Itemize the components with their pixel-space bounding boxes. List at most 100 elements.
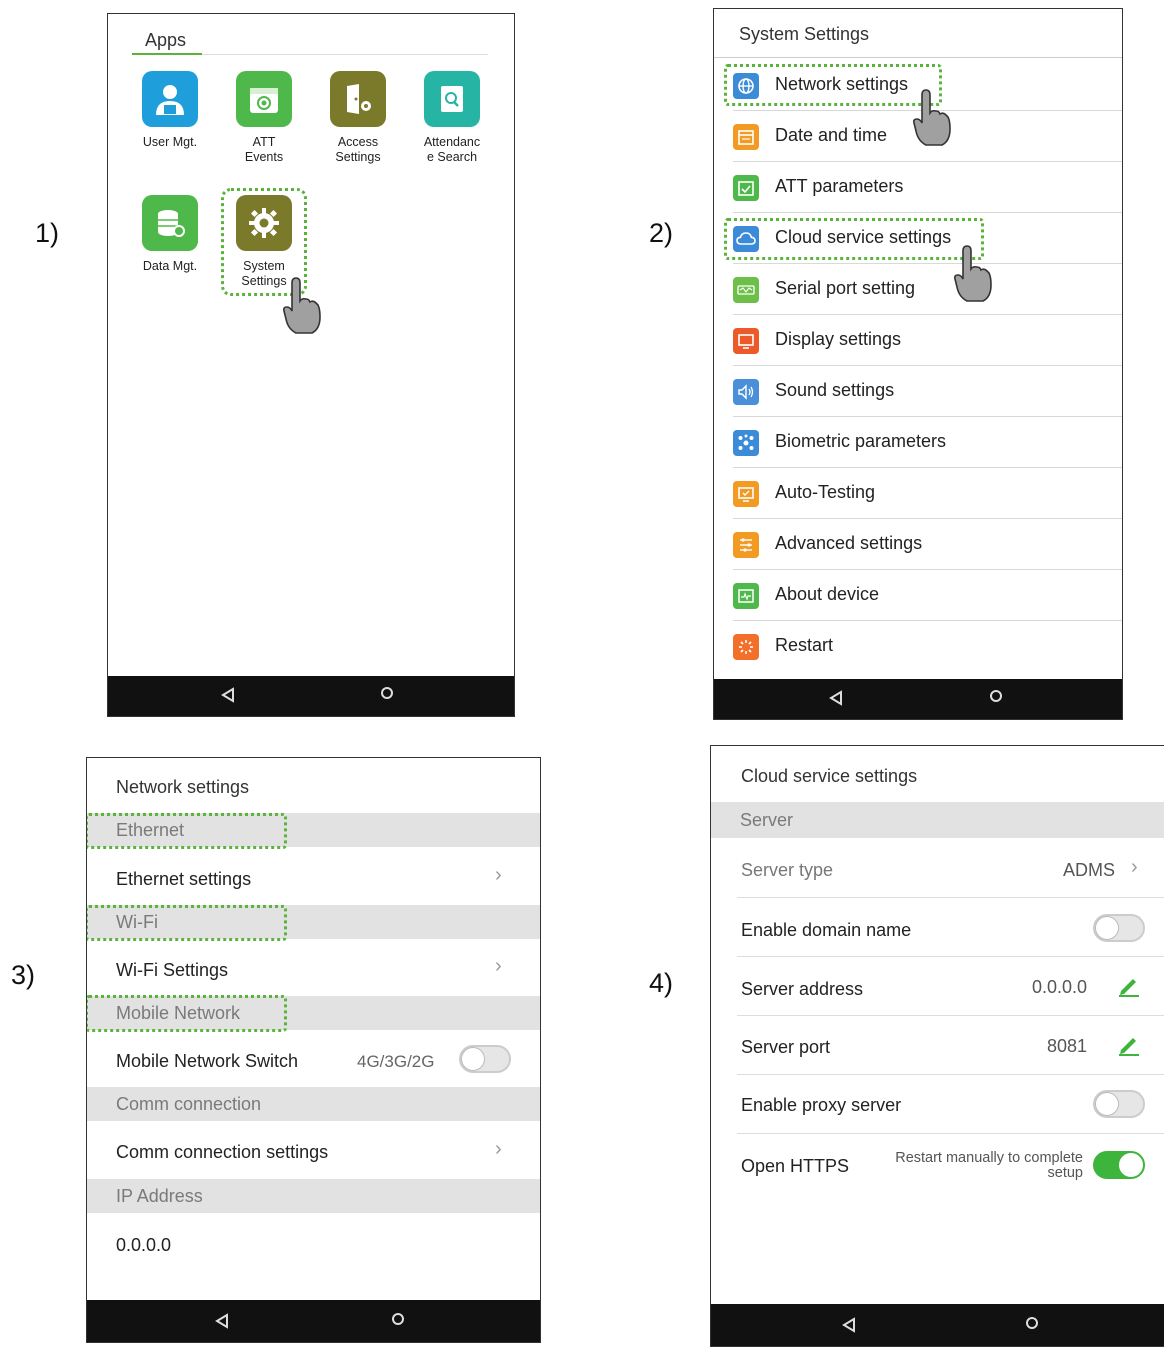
enable-proxy-toggle[interactable] [1093,1090,1145,1118]
menu-item-sound-settings[interactable]: Sound settings [733,366,1122,417]
enable-domain-label: Enable domain name [741,920,912,940]
row-ethernet-settings[interactable]: Ethernet settings [116,869,510,890]
network-settings-screen: Network settings Ethernet Ethernet setti… [86,757,541,1343]
enable-proxy-label: Enable proxy server [741,1095,902,1115]
app-access-settings[interactable]: Access Settings [316,71,400,165]
nav-back-icon[interactable] [215,1313,229,1329]
auto-testing-icon [733,481,759,507]
chevron-right-icon: › [495,864,502,886]
row-label: Comm connection settings [116,1142,329,1162]
open-https-toggle[interactable] [1093,1151,1145,1179]
step-3-label: 3) [11,960,36,990]
menu-item-advanced-settings[interactable]: Advanced settings [733,519,1122,570]
nav-back-icon[interactable] [221,687,235,703]
divider [737,1015,1164,1016]
apps-tab-indicator [132,53,202,55]
apps-screen: Apps User Mgt. ATT Events Access Settings … [107,13,515,717]
server-port-value[interactable]: 8081 [1047,1036,1087,1057]
menu-item-display-settings[interactable]: Display settings [733,315,1122,366]
row-comm-connection-settings[interactable]: Comm connection settings [116,1142,510,1163]
server-address-value[interactable]: 0.0.0.0 [1032,977,1087,998]
calendar-icon [733,124,759,150]
step-4-label: 4) [649,968,674,998]
menu-item-about-device[interactable]: About device [733,570,1122,621]
app-label: Events [244,150,284,164]
row-mobile-network-switch: Mobile Network Switch [116,1051,510,1072]
header-divider [714,57,1122,58]
advanced-settings-icon [733,532,759,558]
server-type-value[interactable]: ADMS [1063,860,1115,881]
server-type-label: Server type [741,860,834,880]
app-label: User Mgt. [142,135,198,149]
pointer-hand-icon [913,89,951,146]
biometric-icon [733,430,759,456]
att-events-icon [236,71,292,127]
https-restart-note: Restart manually to complete setup [861,1151,1083,1181]
step-2-label: 2) [649,218,674,248]
apps-tab-title[interactable]: Apps [145,30,186,51]
page-title: Cloud service settings [741,766,918,786]
chevron-right-icon: › [495,1138,502,1160]
page-title: Network settings [116,777,250,797]
section-label: Server [740,810,794,830]
about-device-icon [733,583,759,609]
menu-item-label: Biometric parameters [775,431,947,451]
row-wifi-settings[interactable]: Wi-Fi Settings [116,960,510,981]
section-header-ip-address: IP Address [87,1179,540,1213]
pointer-hand-icon [283,277,321,334]
menu-item-label: Restart [775,635,834,655]
system-settings-screen: System Settings Network settings Date an… [713,8,1123,720]
menu-item-label: Display settings [775,329,902,349]
toggle-knob [461,1047,485,1071]
highlight-mobile-network [87,995,287,1032]
section-label: Comm connection [116,1094,262,1114]
menu-item-label: ATT parameters [775,176,904,196]
app-att-events[interactable]: ATT Events [222,71,306,165]
row-label: Mobile Network Switch [116,1051,299,1071]
menu-item-auto-testing[interactable]: Auto-Testing [733,468,1122,519]
mobile-network-toggle[interactable] [459,1045,511,1073]
nav-home-icon[interactable] [381,687,393,699]
menu-item-label: About device [775,584,880,604]
app-attendance-search[interactable]: Attendanc e Search [410,71,494,165]
mobile-mode-value: 4G/3G/2G [357,1052,435,1071]
row-label: Wi-Fi Settings [116,960,229,980]
app-user-mgt[interactable]: User Mgt. [128,71,212,150]
android-nav-bar [87,1300,540,1342]
nav-home-icon[interactable] [990,690,1002,702]
menu-item-restart[interactable]: Restart [733,621,1122,672]
nav-back-icon[interactable] [829,690,843,706]
nav-home-icon[interactable] [392,1313,404,1325]
edit-pencil-icon[interactable] [1117,975,1141,997]
menu-item-att-parameters[interactable]: ATT parameters [733,162,1122,213]
nav-home-icon[interactable] [1026,1317,1038,1329]
user-mgt-icon [142,71,198,127]
pointer-hand-icon [954,245,992,302]
data-mgt-icon [142,195,198,251]
menu-item-label: Advanced settings [775,533,923,553]
divider [737,1074,1164,1075]
app-label: ATT [252,135,276,149]
menu-item-label: Auto-Testing [775,482,876,502]
toggle-knob [1119,1153,1143,1177]
app-label: Access [337,135,379,149]
display-icon [733,328,759,354]
menu-item-biometric-parameters[interactable]: Biometric parameters [733,417,1122,468]
app-data-mgt[interactable]: Data Mgt. [128,195,212,274]
server-port-label: Server port [741,1037,831,1057]
menu-item-label: Serial port setting [775,278,916,298]
enable-domain-toggle[interactable] [1093,914,1145,942]
toggle-knob [1095,916,1119,940]
note-line: Restart manually to complete [895,1150,1083,1166]
android-nav-bar [711,1304,1164,1346]
open-https-label: Open HTTPS [741,1156,850,1176]
app-label: Attendanc [423,135,481,149]
nav-back-icon[interactable] [842,1317,856,1333]
step-1-label: 1) [35,218,60,248]
app-label: e Search [426,150,478,164]
server-address-label: Server address [741,979,864,999]
edit-pencil-icon[interactable] [1117,1034,1141,1056]
menu-item-serial-port-setting[interactable]: Serial port setting [733,264,1122,315]
app-label: Data Mgt. [142,259,198,273]
ip-address-value: 0.0.0.0 [116,1235,172,1255]
